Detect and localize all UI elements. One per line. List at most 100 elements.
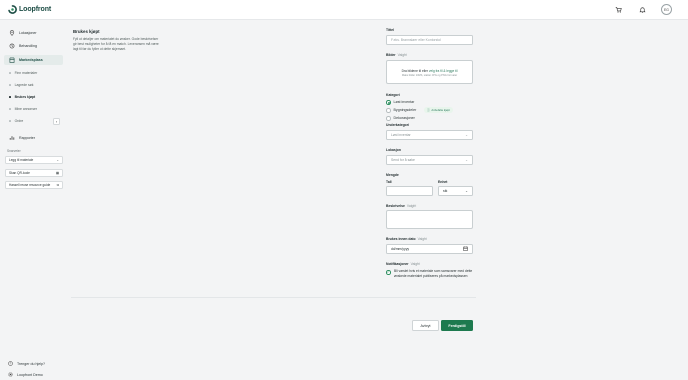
logo-text: Loopfront xyxy=(19,6,52,13)
notifications-label: Notifikasjoner Valgfri xyxy=(386,262,420,266)
gear-icon xyxy=(8,372,13,378)
radio-lost-inventar[interactable]: Løst inventar xyxy=(386,100,414,105)
dropzone-main-text: Dra bildene til eller xyxy=(401,68,429,73)
date-label: Brukes innen dato Valgfri xyxy=(386,237,427,241)
sidebar-item-label: Rapporter xyxy=(19,136,35,140)
images-label: Bilder Valgfri xyxy=(386,53,407,57)
dropzone-browse-link[interactable]: velg fra fil & legge til xyxy=(429,69,458,73)
help-link[interactable]: ? Trenger du hjelp? xyxy=(8,361,45,367)
title-input[interactable]: F.eks. Brannsløer eller Kontorstol xyxy=(386,35,473,45)
avatar[interactable]: EG xyxy=(661,4,672,15)
bullet-icon xyxy=(9,84,11,86)
description-label-text: Beskrivelse xyxy=(386,204,405,208)
recommended-badge: ⓘ Anbefalte kjøpt xyxy=(424,107,453,113)
quantity-label: Mengde xyxy=(386,173,399,177)
description-label: Beskrivelse Valgfri xyxy=(386,204,416,208)
unit-label: Enhet xyxy=(438,180,448,184)
subcategory-value: Løst inventar xyxy=(391,133,411,137)
radio-dekorasjoner[interactable]: Dekorasjoner xyxy=(386,116,415,121)
notification-checkbox[interactable]: ✓ xyxy=(386,270,391,275)
sidebar-subitem-label: Mine annonser xyxy=(14,107,38,111)
shortcuts-title: Snarveier xyxy=(7,149,21,153)
store-icon xyxy=(9,57,15,63)
scan-qr-button[interactable]: Skan QR-kode ▦ xyxy=(5,169,63,177)
category-label: Kategori xyxy=(386,93,400,97)
external-link-icon: ⧉ xyxy=(56,182,59,187)
loopfront-logo[interactable]: Loopfront xyxy=(8,5,51,14)
reuse-guide-button[interactable]: Hassell reuse resource guide ⧉ xyxy=(5,181,63,189)
sidebar-subitem-label: Ordre xyxy=(14,119,24,123)
page-title: Brukes kjøpt xyxy=(73,29,100,34)
sidebar-subitem-finn-materialer[interactable]: Finn materialer xyxy=(9,71,37,75)
notifications-label-text: Notifikasjoner xyxy=(386,262,409,266)
form-description: Fyll ut detaljer om materialet du ønsker… xyxy=(73,37,159,51)
chevron-down-icon: ⌄ xyxy=(465,158,468,162)
quantity-input[interactable] xyxy=(386,186,433,196)
radio-label: Løst inventar xyxy=(393,100,415,105)
unit-select[interactable]: stk ⌄ xyxy=(438,186,473,196)
sidebar-subitem-brukes-kjopt[interactable]: Brukes kjøpt xyxy=(9,95,35,99)
sidebar-subitem-mine-annonser[interactable]: Mine annonser xyxy=(9,107,37,111)
sidebar-subitem-label: Lagrede søk xyxy=(14,83,34,87)
bullet-icon xyxy=(9,72,11,74)
title-label: Tittel xyxy=(386,28,395,32)
sidebar-subitem-lagrede-sok[interactable]: Lagrede søk xyxy=(9,83,33,87)
optional-tag: Valgfri xyxy=(417,237,427,241)
optional-tag: Valgfri xyxy=(406,204,417,208)
optional-tag: Valgfri xyxy=(410,262,420,266)
org-switcher[interactable]: Loopfront Demo xyxy=(8,372,43,378)
sidebar-subitem-ordre[interactable]: Ordre xyxy=(9,119,23,123)
help-icon: ? xyxy=(8,361,13,367)
radio-bygningsdeler[interactable]: Bygningsdeler xyxy=(386,108,416,113)
radio-label: Bygningsdeler xyxy=(393,108,417,113)
svg-text:?: ? xyxy=(10,362,12,366)
top-bar: Loopfront EG xyxy=(0,0,688,20)
sidebar-item-label: Lokasjoner xyxy=(19,31,37,35)
bullet-icon xyxy=(9,108,11,110)
dropzone-hint: Maks bilder 10Mb, støtter JPG og PNG for… xyxy=(401,74,458,77)
main-content: Brukes kjøpt Fyll ut detaljer om materia… xyxy=(71,21,688,380)
image-dropzone[interactable]: Dra bildene til eller velg fra fil & leg… xyxy=(386,60,473,84)
loopfront-logo-icon xyxy=(8,5,17,14)
dropzone-text: Dra bildene til eller velg fra fil & leg… xyxy=(387,69,472,73)
sidebar-item-label: Behandling xyxy=(19,44,37,48)
info-icon: ⓘ xyxy=(427,108,430,112)
org-label: Loopfront Demo xyxy=(17,373,43,377)
date-label-text: Brukes innen dato xyxy=(386,237,416,241)
recycle-icon xyxy=(9,43,15,49)
bell-icon[interactable] xyxy=(637,5,647,15)
location-select[interactable]: Send for å søke ⌄ xyxy=(386,155,473,165)
sidebar-item-markedsplass[interactable]: Markedsplass xyxy=(4,55,63,65)
cart-icon[interactable] xyxy=(613,5,623,15)
calendar-icon[interactable] xyxy=(463,246,468,252)
chevron-down-icon: ⌄ xyxy=(56,157,59,162)
qr-icon: ▦ xyxy=(55,170,59,175)
unit-value: stk xyxy=(443,189,448,193)
optional-tag: Valgfri xyxy=(397,53,407,57)
sidebar-item-lokasjoner[interactable]: Lokasjoner xyxy=(4,28,63,38)
bullet-icon xyxy=(9,120,11,122)
date-input[interactable]: dd/mm/yyyy xyxy=(386,244,473,254)
submit-button[interactable]: Ferdigstill xyxy=(441,320,473,331)
sidebar-item-behandling[interactable]: Behandling xyxy=(4,41,63,51)
chevron-right-icon[interactable]: › xyxy=(53,118,60,125)
add-material-button[interactable]: Legg til materiale ⌄ xyxy=(5,156,63,164)
radio-icon xyxy=(386,116,391,121)
subcategory-select[interactable]: Løst inventar ⌄ xyxy=(386,130,473,140)
location-value: Send for å søke xyxy=(391,158,415,162)
subcategory-label: Underkategori xyxy=(386,123,409,127)
shortcut-label: Legg til materiale xyxy=(9,157,34,162)
sidebar-item-rapporter[interactable]: Rapporter xyxy=(4,133,63,143)
location-label: Lokasjon xyxy=(386,148,401,152)
sidebar: Lokasjoner Behandling Markedsplass Finn … xyxy=(0,21,68,380)
chevron-down-icon: ⌄ xyxy=(465,133,468,137)
cancel-button[interactable]: Avbryt xyxy=(412,320,439,331)
images-label-text: Bilder xyxy=(386,53,396,57)
shortcut-label: Hassell reuse resource guide xyxy=(9,182,51,187)
sidebar-subitem-label: Finn materialer xyxy=(14,71,38,75)
sidebar-subitem-label: Brukes kjøpt xyxy=(14,95,36,99)
divider xyxy=(71,297,476,298)
description-textarea[interactable] xyxy=(386,210,473,229)
shortcut-label: Skan QR-kode xyxy=(9,170,30,175)
chart-icon xyxy=(9,136,15,140)
